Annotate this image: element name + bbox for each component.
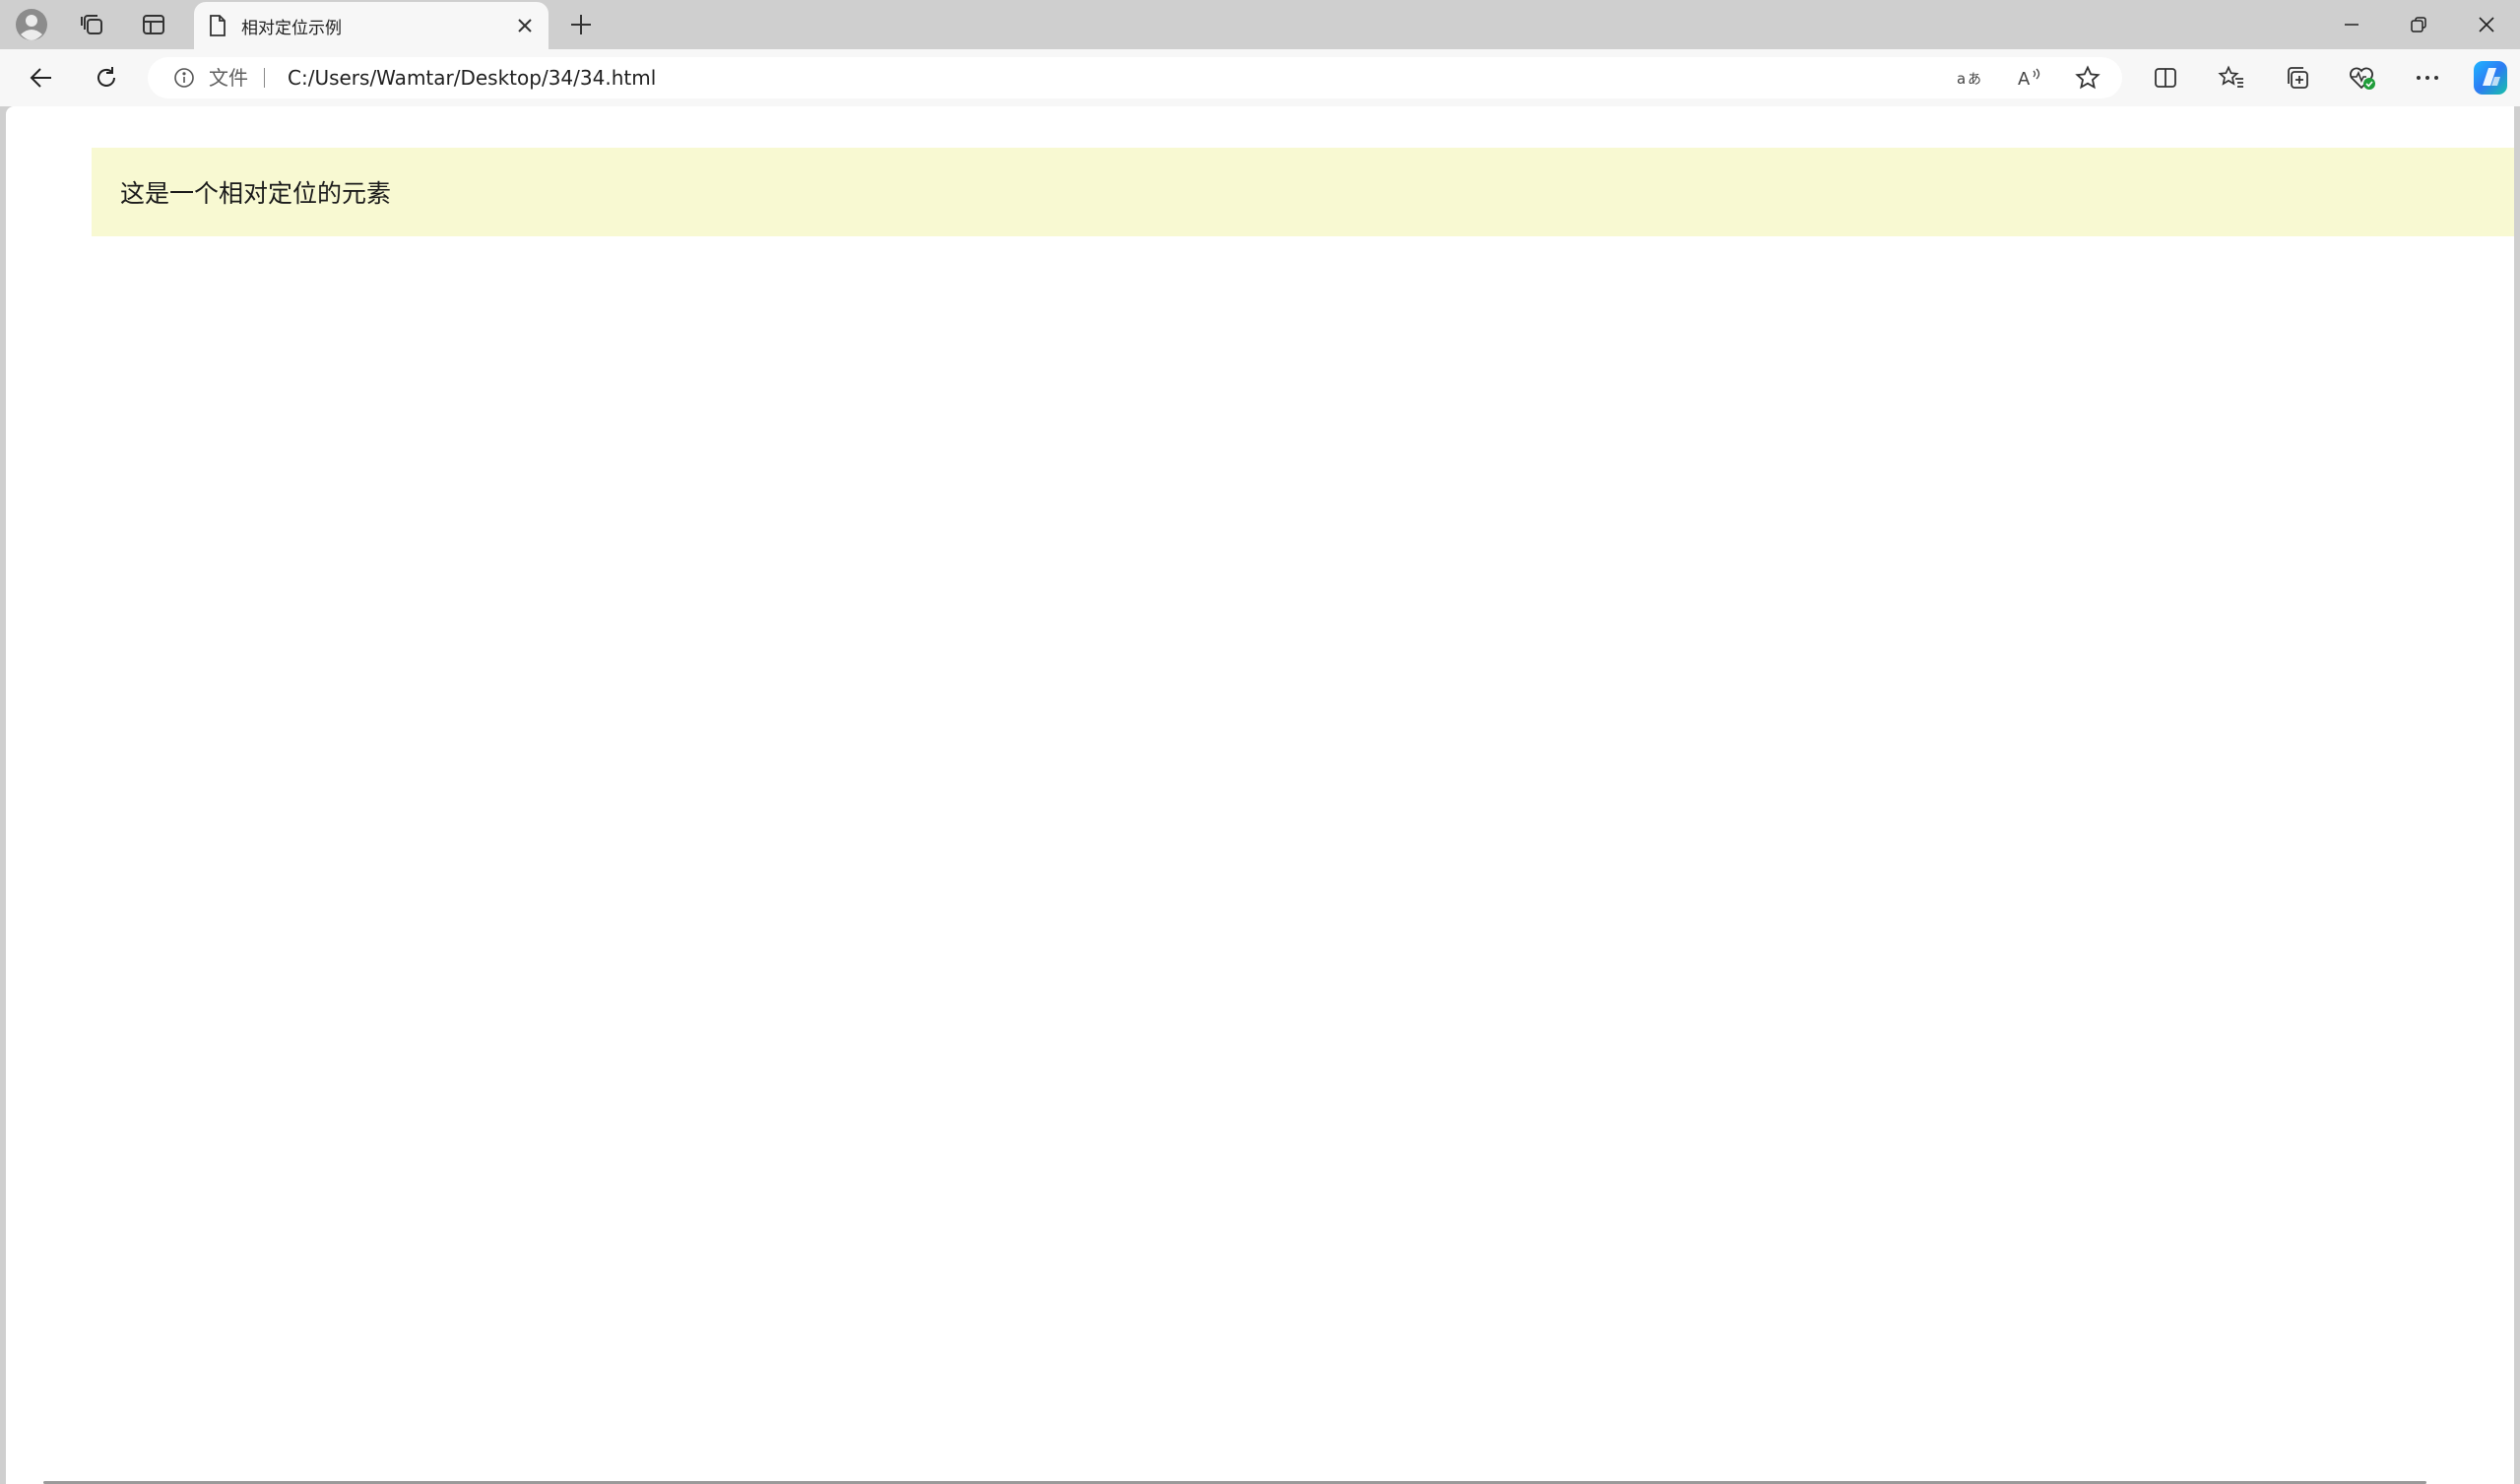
refresh-icon [97,67,115,87]
tab-title: 相对定位示例 [241,18,342,38]
address-separator [264,68,265,88]
address-bar[interactable]: 文件 C:/Users/Wamtar/Desktop/34/34.html a … [148,57,2122,98]
restore-icon [2411,17,2426,32]
favorite-star-icon [2075,65,2100,90]
split-screen-icon [2155,68,2176,88]
vertical-tabs-icon [143,15,164,34]
active-tab[interactable]: 相对定位示例 [194,2,549,49]
relative-element: 这是一个相对定位的元素 [92,148,2514,236]
window-close-icon [2479,17,2494,32]
refresh-button[interactable] [79,49,134,106]
minimize-button[interactable] [2317,0,2386,49]
tab-strip: 相对定位示例 [0,0,2520,49]
split-screen-button[interactable] [2137,49,2194,106]
minimize-icon [2345,24,2358,26]
workspaces-button[interactable] [69,0,116,49]
vertical-tabs-button[interactable] [130,0,177,49]
translate-button[interactable]: a あ [1946,57,1995,98]
collections-button[interactable] [2269,49,2326,106]
close-icon [518,19,532,32]
profile-button[interactable] [8,0,55,49]
back-button[interactable] [14,49,69,106]
copilot-icon [2474,61,2507,95]
browser-essentials-button[interactable] [2334,49,2391,106]
file-scheme-label: 文件 [209,66,248,90]
svg-text:a: a [1957,70,1966,88]
info-icon [174,68,194,88]
favorites-icon [2218,65,2243,88]
workspaces-icon [81,15,102,34]
site-info-button[interactable] [173,57,195,98]
more-button[interactable] [2399,49,2456,106]
url-text[interactable]: C:/Users/Wamtar/Desktop/34/34.html [288,57,656,98]
page-viewport: 这是一个相对定位的元素 [6,106,2514,1484]
svg-text:あ: あ [1968,72,1981,88]
window-close-button[interactable] [2452,0,2520,49]
read-aloud-button[interactable]: A [2005,57,2054,98]
back-icon [30,68,51,88]
add-favorite-button[interactable] [2063,57,2112,98]
browser-essentials-icon [2350,67,2375,90]
more-icon [2417,76,2438,80]
tab-close-button[interactable] [501,4,549,47]
toolbar: 文件 C:/Users/Wamtar/Desktop/34/34.html a … [0,49,2520,106]
copilot-button[interactable] [2462,49,2519,106]
collections-icon [2288,67,2308,89]
favorites-button[interactable] [2203,49,2260,106]
new-tab-button[interactable] [557,0,605,49]
svg-text:A: A [2018,69,2031,90]
read-aloud-icon: A [2018,68,2040,90]
page-icon [210,15,226,36]
translate-icon: a あ [1957,70,1981,88]
profile-icon [16,9,47,40]
relative-element-text: 这是一个相对定位的元素 [120,179,392,208]
new-tab-icon [571,15,591,34]
restore-button[interactable] [2384,0,2453,49]
